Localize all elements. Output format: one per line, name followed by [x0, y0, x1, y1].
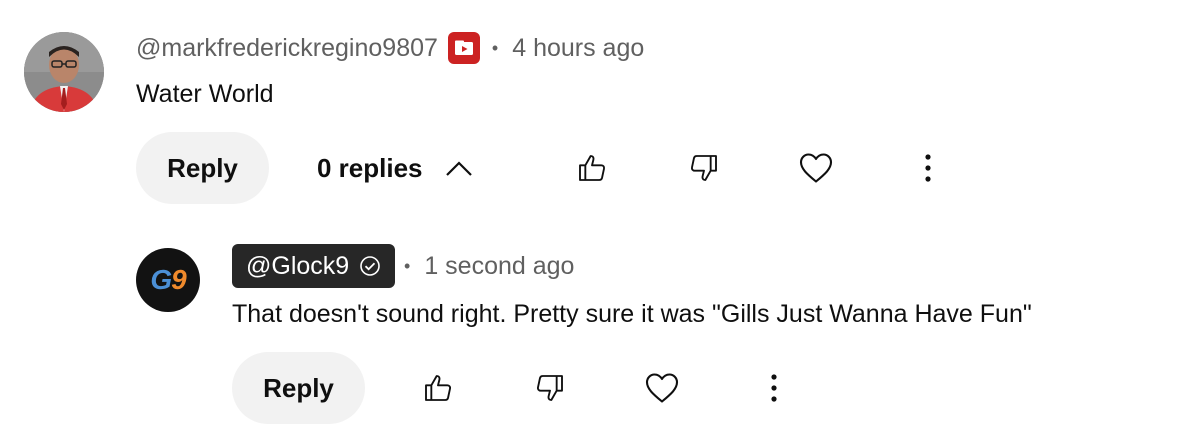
more-options-button[interactable]	[906, 146, 950, 190]
reply-text: That doesn't sound right. Pretty sure it…	[232, 300, 1032, 328]
verified-check-icon	[359, 255, 381, 277]
dislike-button[interactable]	[682, 146, 726, 190]
reply-avatar[interactable]: G9	[136, 248, 200, 312]
dislike-button[interactable]	[528, 366, 572, 410]
heart-button[interactable]	[794, 146, 838, 190]
thumbs-down-icon	[690, 155, 717, 181]
like-button[interactable]	[570, 146, 614, 190]
replies-toggle[interactable]: 0 replies	[317, 150, 473, 186]
comment-header: @markfrederickregino9807 • 4 hours ago	[136, 30, 644, 66]
creator-handle-chip[interactable]: @Glock9	[232, 244, 396, 288]
chevron-up-icon	[445, 159, 473, 177]
heart-button[interactable]	[640, 366, 684, 410]
reply-button[interactable]: Reply	[136, 132, 269, 204]
avatar-logo-9: 9	[171, 264, 187, 295]
like-button[interactable]	[416, 366, 460, 410]
timestamp[interactable]: 4 hours ago	[512, 34, 644, 63]
member-badge-icon	[447, 32, 480, 64]
heart-icon	[799, 153, 833, 183]
reply-header-meta: • 1 second ago	[392, 248, 574, 284]
replies-count: 0 replies	[317, 152, 423, 183]
heart-icon	[645, 373, 679, 403]
reply-timestamp[interactable]: 1 second ago	[424, 252, 574, 281]
more-vert-icon	[925, 154, 931, 182]
reply-button[interactable]: Reply	[232, 352, 365, 424]
separator: •	[404, 255, 411, 276]
avatar-logo-g: G	[150, 264, 172, 295]
comment-text: Water World	[136, 80, 274, 108]
avatar[interactable]	[24, 32, 104, 112]
more-vert-icon	[771, 374, 777, 402]
avatar-photo	[24, 32, 104, 112]
more-options-button[interactable]	[752, 366, 796, 410]
thumbs-up-icon	[425, 375, 452, 401]
separator: •	[491, 37, 499, 58]
thumbs-down-icon	[536, 375, 563, 401]
thumbs-up-icon	[579, 155, 606, 181]
author-handle[interactable]: @markfrederickregino9807	[136, 34, 438, 63]
reply-author-handle: @Glock9	[246, 251, 350, 280]
